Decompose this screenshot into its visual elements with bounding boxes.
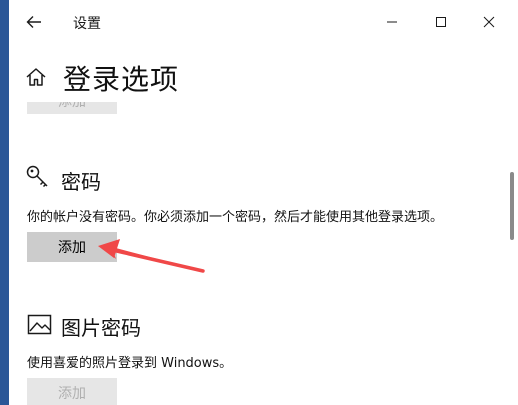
maximize-button[interactable]	[421, 8, 461, 36]
settings-window: 设置 登录选项 添加 密码 你的帐户没有密码。你必须添加一个密码，然后才能使用其…	[9, 0, 518, 405]
app-title: 设置	[73, 16, 101, 32]
add-picture-password-button[interactable]: 添加	[27, 378, 117, 405]
minimize-button[interactable]	[372, 8, 412, 36]
title-bar: 设置	[9, 0, 518, 44]
close-button[interactable]	[469, 8, 509, 36]
home-button[interactable]	[25, 66, 47, 88]
minimize-icon	[387, 21, 397, 23]
back-button[interactable]	[19, 8, 49, 36]
picture-icon	[27, 312, 53, 338]
add-password-button[interactable]: 添加	[27, 232, 117, 262]
page-header: 登录选项	[9, 52, 518, 102]
password-section-title: 密码	[61, 170, 101, 194]
maximize-icon	[436, 17, 446, 27]
picture-password-description: 使用喜爱的照片登录到 Windows。	[27, 356, 233, 371]
password-description: 你的帐户没有密码。你必须添加一个密码，然后才能使用其他登录选项。	[27, 210, 444, 225]
previous-add-button[interactable]: 添加	[27, 102, 117, 114]
picture-password-section-title: 图片密码	[61, 316, 141, 340]
settings-content: 添加 密码 你的帐户没有密码。你必须添加一个密码，然后才能使用其他登录选项。 添…	[9, 102, 504, 405]
close-icon	[483, 16, 495, 28]
scrollbar-thumb[interactable]	[510, 172, 514, 240]
scrollbar-track[interactable]	[506, 102, 518, 405]
home-icon	[26, 68, 46, 86]
page-title: 登录选项	[63, 63, 180, 96]
back-arrow-icon	[26, 16, 41, 28]
key-icon	[25, 164, 51, 190]
